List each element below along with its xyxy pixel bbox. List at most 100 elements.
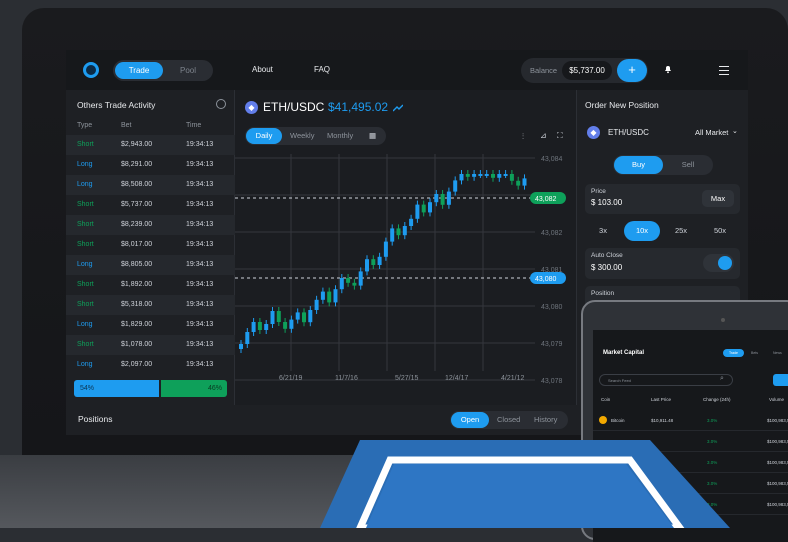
activity-row[interactable]: Short $5,318.00 19:34:13	[66, 295, 235, 315]
trade-time: 19:34:13	[186, 281, 214, 288]
candle-body	[446, 191, 451, 205]
nav-about[interactable]: About	[252, 65, 273, 74]
leverage-option[interactable]: 3x	[585, 221, 621, 241]
trade-bet: $8,291.00	[121, 161, 153, 168]
tablet-volume: $100,983,54	[767, 502, 788, 507]
activity-row[interactable]: Short $5,737.00 19:34:13	[66, 195, 235, 215]
tablet-title: Market Capital	[603, 350, 645, 356]
tab-monthly[interactable]: Monthly	[327, 127, 353, 145]
candle-body	[409, 218, 414, 226]
trade-type: Long	[77, 321, 93, 328]
pool-tab[interactable]: Pool	[165, 62, 211, 79]
candle-body	[415, 204, 420, 219]
trade-time: 19:34:13	[186, 361, 214, 368]
short-ratio: 46%	[161, 380, 227, 397]
candle-body	[402, 226, 407, 236]
tablet-tab-trade[interactable]: Trade	[723, 349, 744, 357]
trade-time: 19:34:13	[186, 161, 214, 168]
auto-close-field[interactable]: Auto Close $ 300.00	[585, 248, 740, 279]
price-marker-label: 43,082	[535, 196, 557, 203]
col-type: Type	[77, 122, 93, 129]
candle-body	[390, 228, 395, 242]
autoclose-value: $ 300.00	[591, 263, 623, 272]
x-tick-label: 5/27/15	[395, 375, 418, 382]
candle-body	[333, 289, 338, 303]
calendar-icon[interactable]: ▦	[369, 127, 376, 145]
tablet-row[interactable]: Bitcoin $10,911.48 3.0% $100,983,54	[593, 410, 788, 431]
candle-type-icon[interactable]: ⫶	[522, 132, 524, 142]
bell-icon[interactable]	[663, 64, 673, 74]
y-tick-label: 43,078	[541, 378, 563, 385]
trade-type: Long	[77, 261, 93, 268]
tablet-tab-bets[interactable]: Bets	[751, 351, 758, 355]
activity-row[interactable]: Long $2,097.00 19:34:13	[66, 355, 235, 375]
candle-body	[264, 324, 269, 330]
candle-body	[428, 202, 432, 213]
price-field[interactable]: Price $ 103.00 Max	[585, 184, 740, 214]
chevron-down-icon[interactable]: ⌄	[732, 127, 738, 135]
market-filter-dropdown[interactable]: All Market	[695, 128, 728, 137]
trade-time: 19:34:13	[186, 181, 214, 188]
candle-body	[453, 180, 458, 192]
tab-history[interactable]: History	[534, 415, 557, 424]
long-short-ratio: 54% 46%	[74, 380, 227, 397]
trade-tab[interactable]: Trade	[115, 62, 163, 79]
candlestick-chart[interactable]: 43,08443,08343,08243,08143,08043,07943,0…	[235, 154, 576, 405]
candle-body	[251, 322, 256, 332]
sell-button[interactable]: Sell	[664, 156, 712, 174]
tablet-volume: $100,983,54	[767, 439, 788, 444]
hamburger-menu-icon[interactable]	[719, 66, 729, 77]
app-logo[interactable]	[83, 62, 99, 78]
tab-closed[interactable]: Closed	[497, 415, 520, 424]
balance-label: Balance	[530, 66, 558, 75]
candle-body	[308, 310, 313, 323]
activity-row[interactable]: Short $2,943.00 19:34:13	[66, 135, 235, 155]
trade-time: 19:34:13	[186, 341, 214, 348]
trade-type: Short	[77, 201, 94, 208]
activity-row[interactable]: Short $8,017.00 19:34:13	[66, 235, 235, 255]
trade-time: 19:34:13	[186, 261, 214, 268]
tablet-col-price: Last Price	[651, 397, 672, 402]
activity-row[interactable]: Short $1,078.00 19:34:13	[66, 335, 235, 355]
buy-button[interactable]: Buy	[614, 156, 663, 174]
tab-daily[interactable]: Daily	[246, 128, 282, 144]
trade-bet: $8,508.00	[121, 181, 153, 188]
candle-body	[302, 312, 306, 323]
blue-shape-overlay	[320, 440, 730, 528]
activity-row[interactable]: Long $8,805.00 19:34:13	[66, 255, 235, 275]
autoclose-toggle[interactable]	[703, 254, 734, 272]
add-funds-button[interactable]: +	[617, 59, 647, 82]
tablet-col-change: Change (24h)	[703, 397, 731, 402]
x-tick-label: 11/7/16	[335, 375, 358, 382]
y-tick-label: 43,082	[541, 230, 563, 237]
leverage-option[interactable]: 50x	[702, 221, 738, 241]
fullscreen-icon[interactable]: ⛶	[557, 131, 563, 141]
y-tick-label: 43,079	[541, 341, 563, 348]
activity-row[interactable]: Long $8,291.00 19:34:13	[66, 155, 235, 175]
trade-bet: $2,097.00	[121, 361, 153, 368]
leverage-option[interactable]: 25x	[663, 221, 699, 241]
balance-value: $5,737.00	[562, 61, 612, 80]
leverage-option[interactable]: 10x	[624, 221, 660, 241]
tablet-calendar-icon[interactable]	[773, 374, 788, 386]
activity-row[interactable]: Short $8,239.00 19:34:13	[66, 215, 235, 235]
chart-type-icon[interactable]: ⊿	[540, 131, 547, 140]
x-tick-label: 6/21/19	[279, 375, 302, 382]
trade-time: 19:34:13	[186, 321, 214, 328]
candle-body	[295, 312, 300, 320]
trade-bet: $8,805.00	[121, 261, 153, 268]
tablet-tab-news[interactable]: News	[773, 351, 782, 355]
activity-row[interactable]: Long $1,829.00 19:34:13	[66, 315, 235, 335]
tab-weekly[interactable]: Weekly	[290, 127, 314, 145]
activity-row[interactable]: Long $8,508.00 19:34:13	[66, 175, 235, 195]
candle-body	[509, 174, 514, 181]
tablet-search[interactable]: Search Feed ⌕	[599, 374, 733, 386]
activity-row[interactable]: Short $1,892.00 19:34:13	[66, 275, 235, 295]
tab-open[interactable]: Open	[451, 412, 489, 428]
max-button[interactable]: Max	[702, 190, 734, 207]
bitcoin-icon	[599, 416, 607, 424]
candle-body	[339, 278, 344, 290]
clock-icon[interactable]	[216, 99, 226, 109]
nav-faq[interactable]: FAQ	[314, 65, 330, 74]
mode-switch: Trade Pool	[113, 60, 213, 81]
